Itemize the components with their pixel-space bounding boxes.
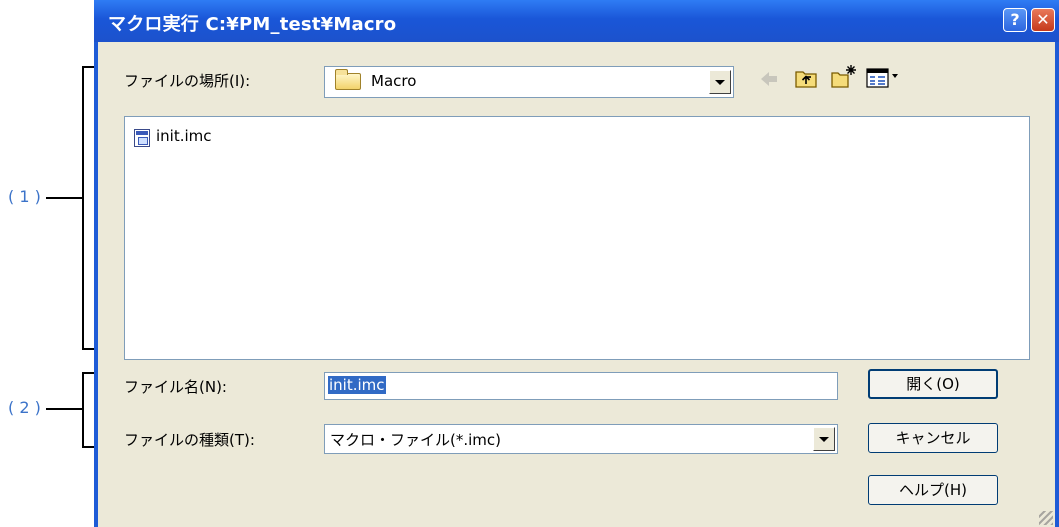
- file-name-label: ファイル名(N):: [124, 378, 227, 396]
- callout-2-connector: [46, 408, 82, 410]
- file-name-input[interactable]: init.imc: [324, 372, 838, 400]
- file-type-value: マクロ・ファイル(*.imc): [330, 431, 501, 449]
- help-button[interactable]: ヘルプ(H): [868, 475, 998, 505]
- window-title: マクロ実行 C:¥PM_test¥Macro: [108, 14, 397, 35]
- macro-run-dialog: マクロ実行 C:¥PM_test¥Macro ? ✕ ファイルの場所(I): M…: [94, 0, 1059, 527]
- up-folder-icon[interactable]: [794, 66, 818, 90]
- chevron-down-icon[interactable]: [813, 427, 835, 451]
- callout-1-bracket: [82, 66, 94, 350]
- view-menu-icon[interactable]: [866, 67, 902, 89]
- callout-2: ( 2 ): [8, 398, 41, 417]
- help-icon[interactable]: ?: [1003, 8, 1027, 32]
- new-folder-icon[interactable]: [830, 62, 858, 90]
- open-button[interactable]: 開く(O): [868, 369, 998, 399]
- file-type-label: ファイルの種類(T):: [124, 431, 255, 449]
- look-in-dropdown[interactable]: Macro: [324, 66, 734, 98]
- callout-2-bracket: [82, 372, 94, 448]
- back-arrow-icon[interactable]: [758, 69, 780, 89]
- look-in-label: ファイルの場所(I):: [124, 72, 251, 90]
- close-icon[interactable]: ✕: [1031, 8, 1055, 32]
- callout-1: ( 1 ): [8, 187, 41, 206]
- look-in-value: Macro: [371, 72, 417, 90]
- cancel-button[interactable]: キャンセル: [868, 423, 998, 453]
- macro-file-icon: [134, 129, 150, 147]
- file-name-text: init.imc: [156, 127, 212, 145]
- callout-1-connector: [46, 197, 82, 199]
- folder-icon: [335, 69, 361, 90]
- file-type-dropdown[interactable]: マクロ・ファイル(*.imc): [324, 424, 838, 454]
- resize-grip[interactable]: [1039, 511, 1053, 525]
- file-list[interactable]: init.imc: [124, 116, 1030, 360]
- dialog-client-area: ファイルの場所(I): Macro init.imc ファイル名(N): ini…: [98, 42, 1055, 527]
- chevron-down-icon[interactable]: [709, 70, 731, 94]
- title-bar[interactable]: マクロ実行 C:¥PM_test¥Macro ? ✕: [94, 0, 1059, 42]
- file-name-input-value: init.imc: [328, 376, 386, 394]
